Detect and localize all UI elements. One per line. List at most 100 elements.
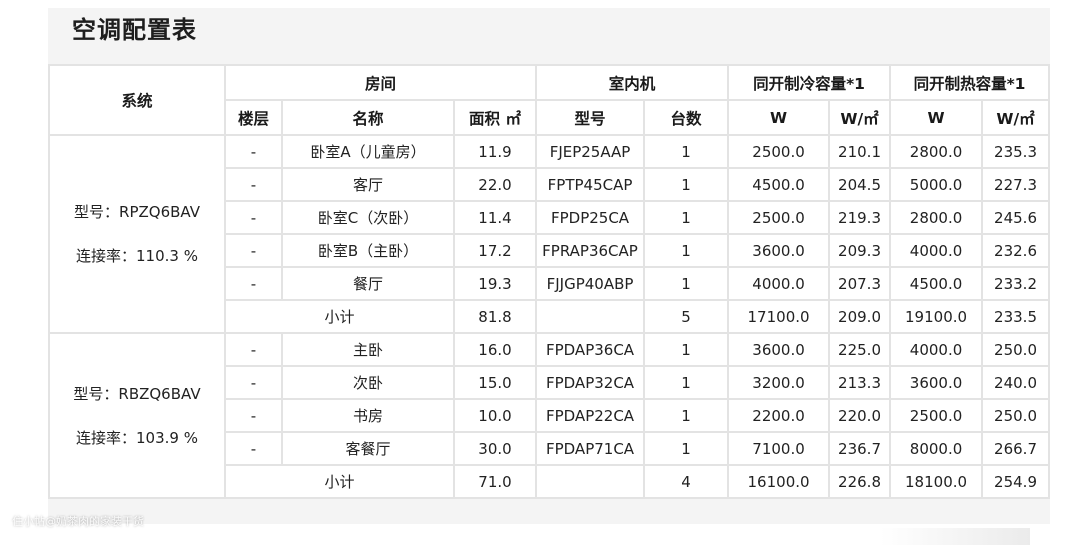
cell-area: 17.2 bbox=[452, 233, 538, 268]
cell-area: 10.0 bbox=[452, 398, 538, 433]
subtotal-heating-w: 18100.0 bbox=[889, 464, 984, 499]
subtotal-label: 小计 bbox=[224, 464, 455, 499]
header-indoor-unit: 室内机 bbox=[535, 64, 730, 101]
cell-cooling-w: 2500.0 bbox=[727, 200, 831, 235]
cell-cooling-w: 4000.0 bbox=[727, 266, 831, 301]
page-title: 空调配置表 bbox=[72, 16, 197, 44]
header-room: 房间 bbox=[223, 64, 538, 101]
header-cooling-w-per-m2: W/㎡ bbox=[828, 99, 892, 136]
subtotal-area: 71.0 bbox=[452, 464, 538, 499]
cell-cooling-w: 3200.0 bbox=[727, 365, 831, 400]
header-model: 型号 bbox=[535, 99, 646, 136]
cell-heating-w: 4500.0 bbox=[889, 266, 984, 301]
cell-room-name: 客餐厅 bbox=[281, 431, 455, 466]
cell-heating-w-per-m2: 266.7 bbox=[981, 431, 1051, 466]
cell-cooling-w-per-m2: 220.0 bbox=[828, 398, 892, 433]
cell-heating-w-per-m2: 235.3 bbox=[981, 134, 1051, 169]
cell-room-name: 书房 bbox=[281, 398, 455, 433]
subtotal-model-empty bbox=[535, 299, 646, 334]
cell-count: 1 bbox=[643, 200, 730, 235]
cell-cooling-w-per-m2: 213.3 bbox=[828, 365, 892, 400]
cell-floor: - bbox=[224, 332, 283, 367]
cell-heating-w: 4000.0 bbox=[889, 332, 984, 367]
connection-rate: 连接率：103.9 % bbox=[76, 428, 198, 447]
cell-count: 1 bbox=[643, 167, 730, 202]
cell-room-name: 卧室A（儿童房） bbox=[281, 134, 455, 169]
subtotal-cooling-w-per-m2: 226.8 bbox=[828, 464, 892, 499]
cell-cooling-w-per-m2: 207.3 bbox=[828, 266, 892, 301]
subtotal-heating-w: 19100.0 bbox=[889, 299, 984, 334]
cell-area: 22.0 bbox=[452, 167, 538, 202]
system-info-cell: 型号：RPZQ6BAV 连接率：110.3 % bbox=[48, 134, 226, 334]
cell-cooling-w-per-m2: 225.0 bbox=[828, 332, 892, 367]
cell-heating-w: 3600.0 bbox=[889, 365, 984, 400]
cell-area: 30.0 bbox=[452, 431, 538, 466]
cell-room-name: 主卧 bbox=[281, 332, 455, 367]
subtotal-count: 4 bbox=[643, 464, 730, 499]
ac-config-table: 系统 房间 室内机 同开制冷容量*1 同开制热容量*1 楼层 名称 面积 ㎡ 型… bbox=[48, 64, 1051, 499]
cell-floor: - bbox=[224, 134, 283, 169]
bottom-fade bbox=[880, 528, 1030, 545]
subtotal-cooling-w-per-m2: 209.0 bbox=[828, 299, 892, 334]
header-area: 面积 ㎡ bbox=[452, 99, 538, 136]
cell-floor: - bbox=[224, 266, 283, 301]
cell-heating-w-per-m2: 232.6 bbox=[981, 233, 1051, 268]
header-floor: 楼层 bbox=[224, 99, 283, 136]
subtotal-area: 81.8 bbox=[452, 299, 538, 334]
system-info-cell: 型号：RBZQ6BAV 连接率：103.9 % bbox=[48, 332, 226, 499]
cell-floor: - bbox=[224, 167, 283, 202]
cell-model: FPDAP32CA bbox=[535, 365, 646, 400]
cell-model: FJJGP40ABP bbox=[535, 266, 646, 301]
cell-heating-w-per-m2: 227.3 bbox=[981, 167, 1051, 202]
cell-heating-w: 2800.0 bbox=[889, 134, 984, 169]
cell-heating-w: 4000.0 bbox=[889, 233, 984, 268]
cell-area: 16.0 bbox=[452, 332, 538, 367]
cell-heating-w: 5000.0 bbox=[889, 167, 984, 202]
cell-heating-w-per-m2: 240.0 bbox=[981, 365, 1051, 400]
cell-model: FPDAP22CA bbox=[535, 398, 646, 433]
header-system: 系统 bbox=[48, 64, 226, 136]
connection-rate: 连接率：110.3 % bbox=[76, 247, 198, 265]
subtotal-heating-w-per-m2: 233.5 bbox=[981, 299, 1051, 334]
cell-heating-w: 8000.0 bbox=[889, 431, 984, 466]
header-count: 台数 bbox=[643, 99, 730, 136]
cell-heating-w-per-m2: 250.0 bbox=[981, 332, 1051, 367]
cell-cooling-w: 3600.0 bbox=[727, 332, 831, 367]
cell-count: 1 bbox=[643, 233, 730, 268]
cell-room-name: 次卧 bbox=[281, 365, 455, 400]
header-cooling-w: W bbox=[727, 99, 831, 136]
subtotal-cooling-w: 16100.0 bbox=[727, 464, 831, 499]
cell-count: 1 bbox=[643, 134, 730, 169]
cell-cooling-w-per-m2: 219.3 bbox=[828, 200, 892, 235]
watermark-text: 住小帖@奶茶肉的家装干货 bbox=[12, 515, 144, 528]
subtotal-heating-w-per-m2: 254.9 bbox=[981, 464, 1051, 499]
cell-heating-w-per-m2: 233.2 bbox=[981, 266, 1051, 301]
cell-model: FPDAP71CA bbox=[535, 431, 646, 466]
header-heating-w-per-m2: W/㎡ bbox=[981, 99, 1051, 136]
cell-heating-w: 2800.0 bbox=[889, 200, 984, 235]
cell-cooling-w-per-m2: 204.5 bbox=[828, 167, 892, 202]
cell-room-name: 餐厅 bbox=[281, 266, 455, 301]
cell-model: FPDP25CA bbox=[535, 200, 646, 235]
cell-area: 11.4 bbox=[452, 200, 538, 235]
header-name: 名称 bbox=[281, 99, 455, 136]
cell-count: 1 bbox=[643, 398, 730, 433]
system-model: 型号：RBZQ6BAV bbox=[73, 384, 201, 403]
cell-area: 11.9 bbox=[452, 134, 538, 169]
header-row-top: 系统 房间 室内机 同开制冷容量*1 同开制热容量*1 bbox=[48, 64, 1051, 136]
table-row: 型号：RBZQ6BAV 连接率：103.9 % - 主卧 16.0 FPDAP3… bbox=[48, 332, 1051, 499]
table-row: 型号：RPZQ6BAV 连接率：110.3 % - 卧室A（儿童房） 11.9 … bbox=[48, 134, 1051, 334]
cell-room-name: 卧室B（主卧） bbox=[281, 233, 455, 268]
cell-model: FPTP45CAP bbox=[535, 167, 646, 202]
cell-cooling-w: 2200.0 bbox=[727, 398, 831, 433]
cell-cooling-w: 3600.0 bbox=[727, 233, 831, 268]
cell-count: 1 bbox=[643, 266, 730, 301]
cell-area: 15.0 bbox=[452, 365, 538, 400]
header-heating-capacity: 同开制热容量*1 bbox=[889, 64, 1051, 101]
cell-floor: - bbox=[224, 200, 283, 235]
cell-cooling-w: 4500.0 bbox=[727, 167, 831, 202]
cell-count: 1 bbox=[643, 332, 730, 367]
cell-count: 1 bbox=[643, 365, 730, 400]
header-heating-w: W bbox=[889, 99, 984, 136]
subtotal-cooling-w: 17100.0 bbox=[727, 299, 831, 334]
